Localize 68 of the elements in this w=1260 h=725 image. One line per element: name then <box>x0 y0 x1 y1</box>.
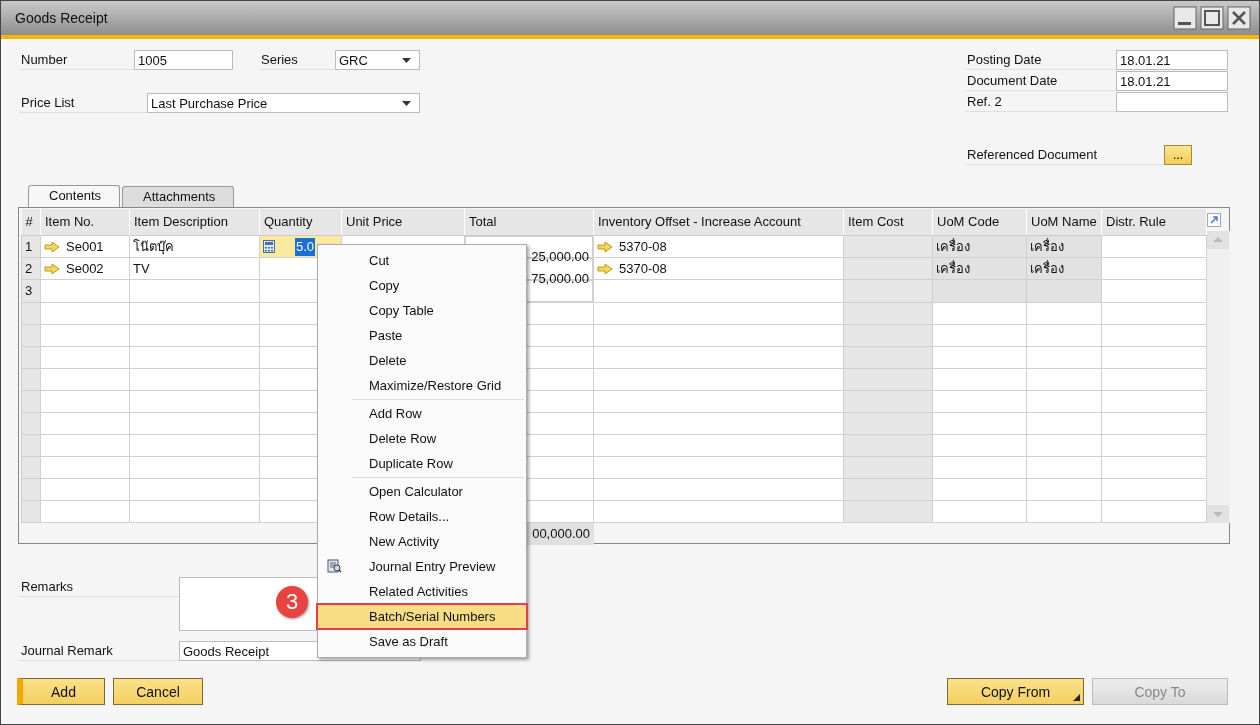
dropdown-arrow-icon[interactable] <box>402 100 411 106</box>
date-field[interactable] <box>1116 92 1228 112</box>
table-cell-text: 5370-08 <box>619 260 667 279</box>
dropdown-arrow-icon[interactable] <box>402 57 411 63</box>
date-field[interactable]: 18.01.21 <box>1116 71 1228 91</box>
expand-icon[interactable] <box>1207 213 1221 227</box>
column-header[interactable]: Item Cost <box>843 209 933 235</box>
table-cell-text: Se001 <box>66 237 104 256</box>
number-field[interactable]: 1005 <box>134 50 233 70</box>
table-cell-text: 2 <box>25 260 33 279</box>
menu-item[interactable]: Duplicate Row <box>318 451 526 476</box>
column-header[interactable]: Item Description <box>129 209 260 235</box>
column-header[interactable]: Unit Price <box>341 209 465 235</box>
maximize-icon[interactable] <box>1200 6 1224 30</box>
minimize-icon[interactable] <box>1173 6 1197 30</box>
scroll-down-icon[interactable] <box>1207 504 1229 523</box>
tab[interactable]: Attachments <box>122 186 235 207</box>
quantity-value[interactable]: 5.0 <box>295 237 316 256</box>
link-arrow-icon[interactable] <box>44 240 60 253</box>
table-cell-text: เครื่อง <box>1030 237 1064 256</box>
menu-item[interactable]: Maximize/Restore Grid <box>318 373 526 398</box>
menu-item[interactable]: Delete <box>318 348 526 373</box>
close-icon[interactable] <box>1227 6 1251 30</box>
date-field[interactable]: 18.01.21 <box>1116 50 1228 70</box>
menu-item[interactable]: Open Calculator <box>318 479 526 504</box>
button[interactable]: Add <box>17 678 105 705</box>
menu-item[interactable]: Add Row <box>318 401 526 426</box>
menu-item[interactable]: Delete Row <box>318 426 526 451</box>
table-cell-text: TV <box>133 260 150 279</box>
column-header[interactable]: Item No. <box>40 209 130 235</box>
window-title: Goods Receipt <box>15 10 108 26</box>
table-cell-text: 75,000.00 <box>530 269 589 288</box>
column-header[interactable]: Quantity <box>259 209 342 235</box>
table-cell-text: โน๊ตบุ๊ค <box>133 237 174 256</box>
calculator-icon[interactable] <box>263 240 275 254</box>
browse-button[interactable]: ... <box>1164 145 1192 165</box>
table-cell-text: Se002 <box>66 260 104 279</box>
column-header[interactable]: UoM Name <box>1026 209 1102 235</box>
price-list-dropdown[interactable]: Last Purchase Price <box>147 93 420 113</box>
column-header[interactable]: Inventory Offset - Increase Account <box>593 209 844 235</box>
menu-item[interactable]: Batch/Serial Numbers <box>317 604 527 629</box>
document-magnifier-icon <box>327 559 342 573</box>
corner-triangle-icon <box>1073 694 1080 701</box>
field-label: Referenced Document <box>965 145 1164 165</box>
menu-item[interactable]: Journal Entry Preview <box>318 554 526 579</box>
column-header[interactable]: # <box>21 209 41 235</box>
series-dropdown[interactable]: GRC <box>335 50 420 70</box>
button[interactable]: Cancel <box>113 678 203 705</box>
tab[interactable]: Contents <box>28 185 121 207</box>
column-header[interactable]: Distr. Rule <box>1101 209 1207 235</box>
table-cell-text: เครื่อง <box>936 237 970 256</box>
menu-item[interactable]: Related Activities <box>318 579 526 604</box>
link-arrow-icon[interactable] <box>597 240 613 253</box>
dropdown-button[interactable]: Copy From <box>947 678 1084 705</box>
scrollbar[interactable] <box>1207 231 1230 523</box>
table-cell-text: 1 <box>25 237 33 256</box>
table-cell-text: 25,000.00 <box>530 247 589 266</box>
link-arrow-icon[interactable] <box>44 263 60 276</box>
table-cell-text: 5370-08 <box>619 237 667 256</box>
menu-item[interactable]: Paste <box>318 323 526 348</box>
link-arrow-icon[interactable] <box>597 263 613 276</box>
menu-item[interactable]: Copy Table <box>318 298 526 323</box>
column-header[interactable]: UoM Code <box>932 209 1027 235</box>
table-cell-text: 3 <box>25 282 33 301</box>
table-cell-text: เครื่อง <box>1030 260 1064 279</box>
menu-item[interactable]: Copy <box>318 273 526 298</box>
column-header[interactable]: Total <box>464 209 594 235</box>
table-cell-text: เครื่อง <box>936 260 970 279</box>
